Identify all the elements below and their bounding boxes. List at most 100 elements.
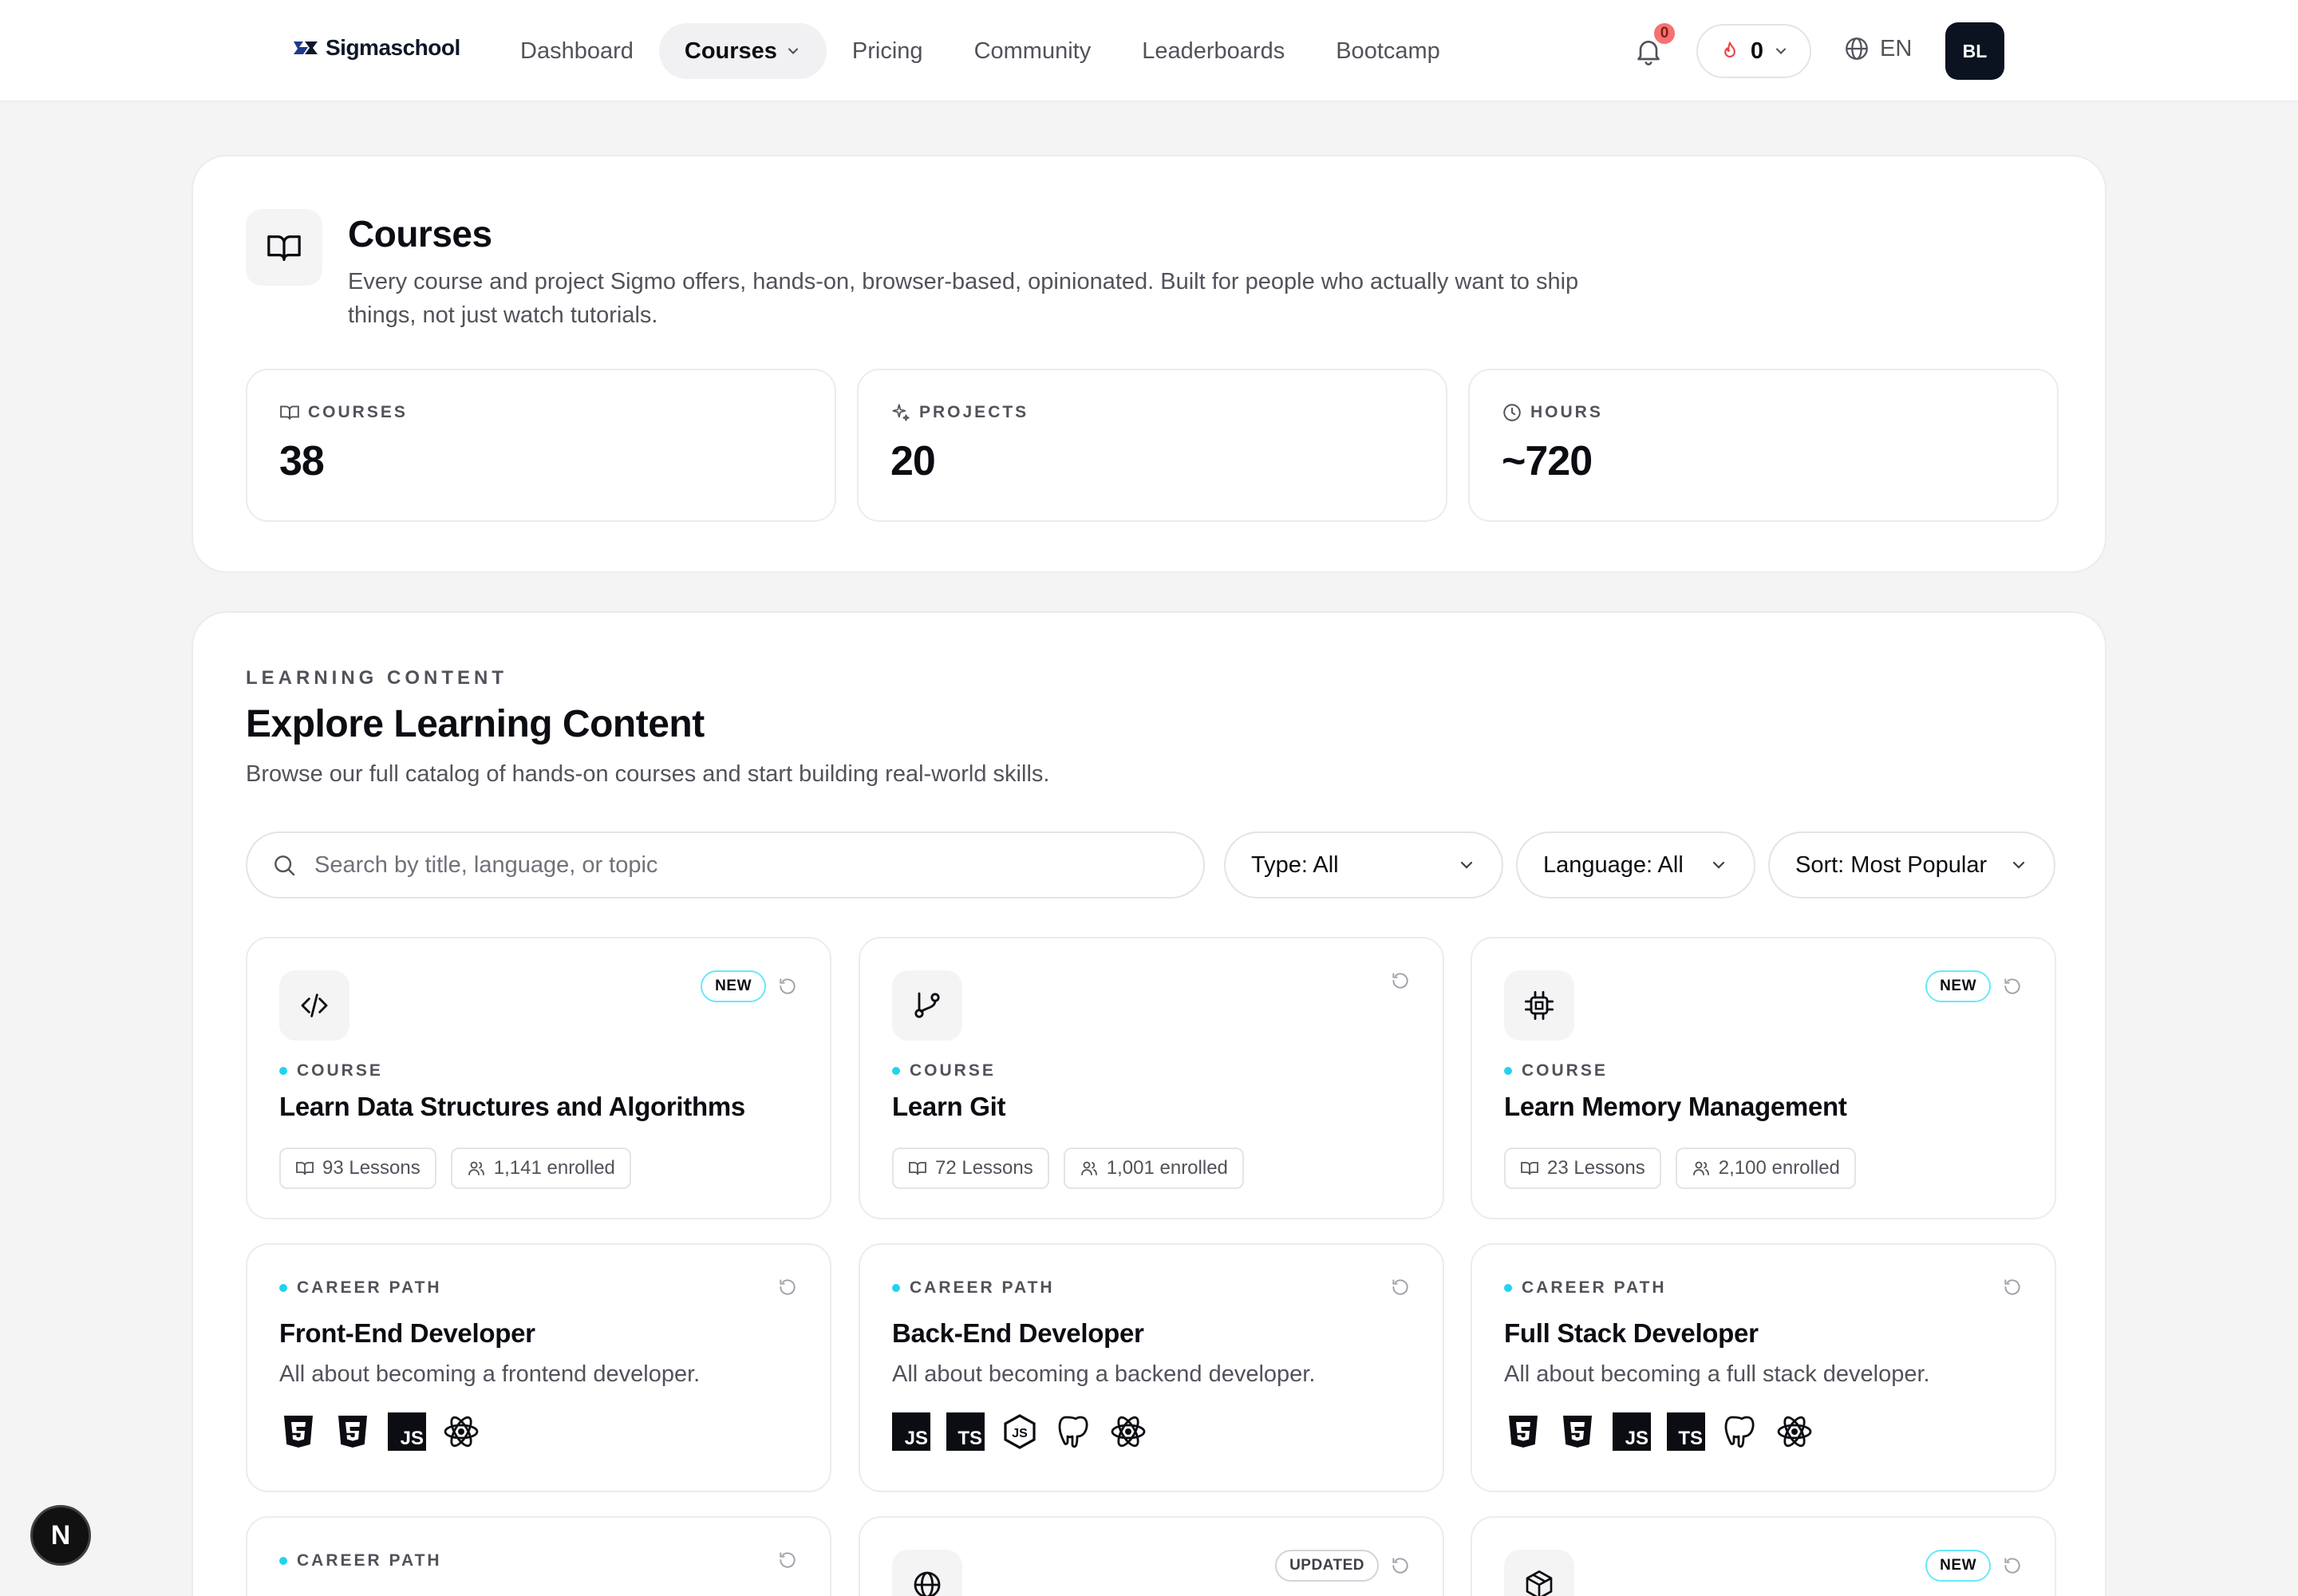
card-type: CAREER PATH xyxy=(279,1278,442,1298)
tech-stack: JS TS xyxy=(1504,1412,1814,1451)
career-path-card[interactable]: CAREER PATH Back-End Developer All about… xyxy=(859,1243,1444,1492)
type-filter-value: Type: All xyxy=(1251,851,1339,878)
card-description: All about becoming a full stack develope… xyxy=(1504,1361,1930,1387)
type-dot xyxy=(279,1557,287,1565)
language-selector[interactable]: EN xyxy=(1843,35,1912,62)
reset-icon[interactable] xyxy=(777,976,798,997)
card-description: All about becoming a frontend developer. xyxy=(279,1361,701,1387)
reset-icon[interactable] xyxy=(777,1550,798,1570)
card-type-label: CAREER PATH xyxy=(297,1278,442,1297)
nav-bootcamp[interactable]: Bootcamp xyxy=(1310,23,1466,79)
stats-row: COURSES 38 PROJECTS 20 HOURS ~720 xyxy=(246,369,2059,522)
course-icon-tile xyxy=(892,970,962,1041)
course-icon-tile xyxy=(1504,1550,1574,1596)
card-type-label: COURSE xyxy=(297,1061,383,1080)
nav-pricing[interactable]: Pricing xyxy=(827,23,949,79)
users-icon xyxy=(1080,1161,1097,1175)
sort-filter[interactable]: Sort: Most Popular xyxy=(1768,832,2055,899)
courses-hero: Courses Every course and project Sigmo o… xyxy=(192,155,2106,573)
lessons-chip: 23 Lessons xyxy=(1504,1148,1661,1189)
card-actions: NEW xyxy=(1925,970,2023,1002)
css3-icon xyxy=(338,1416,367,1448)
course-card[interactable]: NEW xyxy=(1471,1516,2056,1596)
reset-icon[interactable] xyxy=(1390,1277,1411,1298)
streak-dropdown[interactable]: 0 xyxy=(1696,24,1811,78)
language-filter[interactable]: Language: All xyxy=(1516,832,1755,899)
top-nav: Sigmaschool Dashboard Courses Pricing Co… xyxy=(0,0,2298,102)
reset-icon[interactable] xyxy=(2002,976,2023,997)
html5-icon xyxy=(1509,1416,1538,1448)
career-path-card[interactable]: CAREER PATH Front-End Developer All abou… xyxy=(246,1243,831,1492)
search-input[interactable] xyxy=(314,851,1112,879)
stat-hours: HOURS ~720 xyxy=(1468,369,2059,522)
enrolled-count: 2,100 enrolled xyxy=(1718,1157,1840,1179)
book-icon xyxy=(909,1162,926,1175)
notification-badge: 0 xyxy=(1652,21,1677,46)
card-actions xyxy=(777,1550,798,1570)
card-title: Front-End Developer xyxy=(279,1318,535,1348)
career-path-card[interactable]: CAREER PATH Full Stack Developer All abo… xyxy=(1471,1243,2056,1492)
stat-label-text: PROJECTS xyxy=(919,403,1029,421)
reset-icon[interactable] xyxy=(2002,1277,2023,1298)
reset-icon[interactable] xyxy=(2002,1555,2023,1576)
nav-courses[interactable]: Courses xyxy=(658,23,827,79)
type-dot xyxy=(892,1284,900,1292)
nav-community[interactable]: Community xyxy=(949,23,1117,79)
search-bar[interactable] xyxy=(246,832,1205,899)
section-eyebrow: LEARNING CONTENT xyxy=(246,667,507,689)
nav-leaderboards[interactable]: Leaderboards xyxy=(1116,23,1310,79)
card-actions xyxy=(1390,970,1411,991)
brand-logo[interactable]: Sigmaschool xyxy=(292,35,460,61)
page-title: Courses xyxy=(348,213,492,255)
type-dot xyxy=(1504,1284,1512,1292)
new-badge: NEW xyxy=(1925,970,1991,1002)
card-meta: 93 Lessons 1,141 enrolled xyxy=(279,1148,631,1189)
notifications-button[interactable]: 0 xyxy=(1633,21,1677,67)
nav-dashboard[interactable]: Dashboard xyxy=(495,23,659,79)
tech-stack: JS TS JS xyxy=(892,1412,1147,1451)
card-title: Full Stack Developer xyxy=(1504,1318,1759,1348)
updated-badge: UPDATED xyxy=(1275,1550,1379,1582)
card-type: COURSE xyxy=(1504,1061,1608,1080)
reset-icon[interactable] xyxy=(777,1277,798,1298)
reset-icon[interactable] xyxy=(1390,1555,1411,1576)
career-path-card[interactable]: CAREER PATH xyxy=(246,1516,831,1596)
type-filter[interactable]: Type: All xyxy=(1224,832,1503,899)
lessons-chip: 72 Lessons xyxy=(892,1148,1049,1189)
tech-stack: JS xyxy=(279,1412,480,1451)
users-icon xyxy=(468,1161,484,1175)
card-type-label: CAREER PATH xyxy=(1522,1278,1667,1297)
language-code: EN xyxy=(1880,35,1913,61)
type-dot xyxy=(892,1067,900,1075)
stat-value: 38 xyxy=(279,438,325,484)
brand-name: Sigmaschool xyxy=(326,35,460,60)
book-icon xyxy=(296,1162,314,1175)
stat-label: HOURS xyxy=(1502,402,1603,423)
course-card[interactable]: COURSE Learn Git 72 Lessons 1,001 enroll… xyxy=(859,937,1444,1219)
typescript-icon: TS xyxy=(1667,1412,1705,1451)
reset-icon[interactable] xyxy=(1390,970,1411,991)
hero-icon-tile xyxy=(246,209,322,286)
card-type-label: COURSE xyxy=(910,1061,996,1080)
html5-icon xyxy=(284,1416,313,1448)
enrolled-count: 1,141 enrolled xyxy=(493,1157,615,1179)
user-avatar[interactable]: BL xyxy=(1945,22,2004,80)
postgresql-icon xyxy=(1058,1416,1088,1448)
course-icon-tile xyxy=(1504,970,1574,1041)
course-card[interactable]: NEW COURSE Learn Memory Management 23 Le… xyxy=(1471,937,2056,1219)
course-card[interactable]: NEW COURSE Learn Data Structures and Alg… xyxy=(246,937,831,1219)
page-description: Every course and project Sigmo offers, h… xyxy=(348,269,1579,328)
nextjs-dev-button[interactable]: N xyxy=(30,1505,91,1566)
card-title: Back-End Developer xyxy=(892,1318,1144,1348)
javascript-icon: JS xyxy=(388,1412,426,1451)
globe-icon xyxy=(1846,38,1868,60)
card-meta: 23 Lessons 2,100 enrolled xyxy=(1504,1148,1856,1189)
course-icon-tile xyxy=(892,1550,962,1596)
main-nav: Dashboard Courses Pricing Community Lead… xyxy=(495,23,1466,79)
card-actions xyxy=(777,1277,798,1298)
stat-label: COURSES xyxy=(279,402,408,423)
enrolled-chip: 1,001 enrolled xyxy=(1063,1148,1244,1189)
chevron-down-icon xyxy=(2012,861,2025,869)
type-dot xyxy=(1504,1067,1512,1075)
course-card[interactable]: UPDATED xyxy=(859,1516,1444,1596)
